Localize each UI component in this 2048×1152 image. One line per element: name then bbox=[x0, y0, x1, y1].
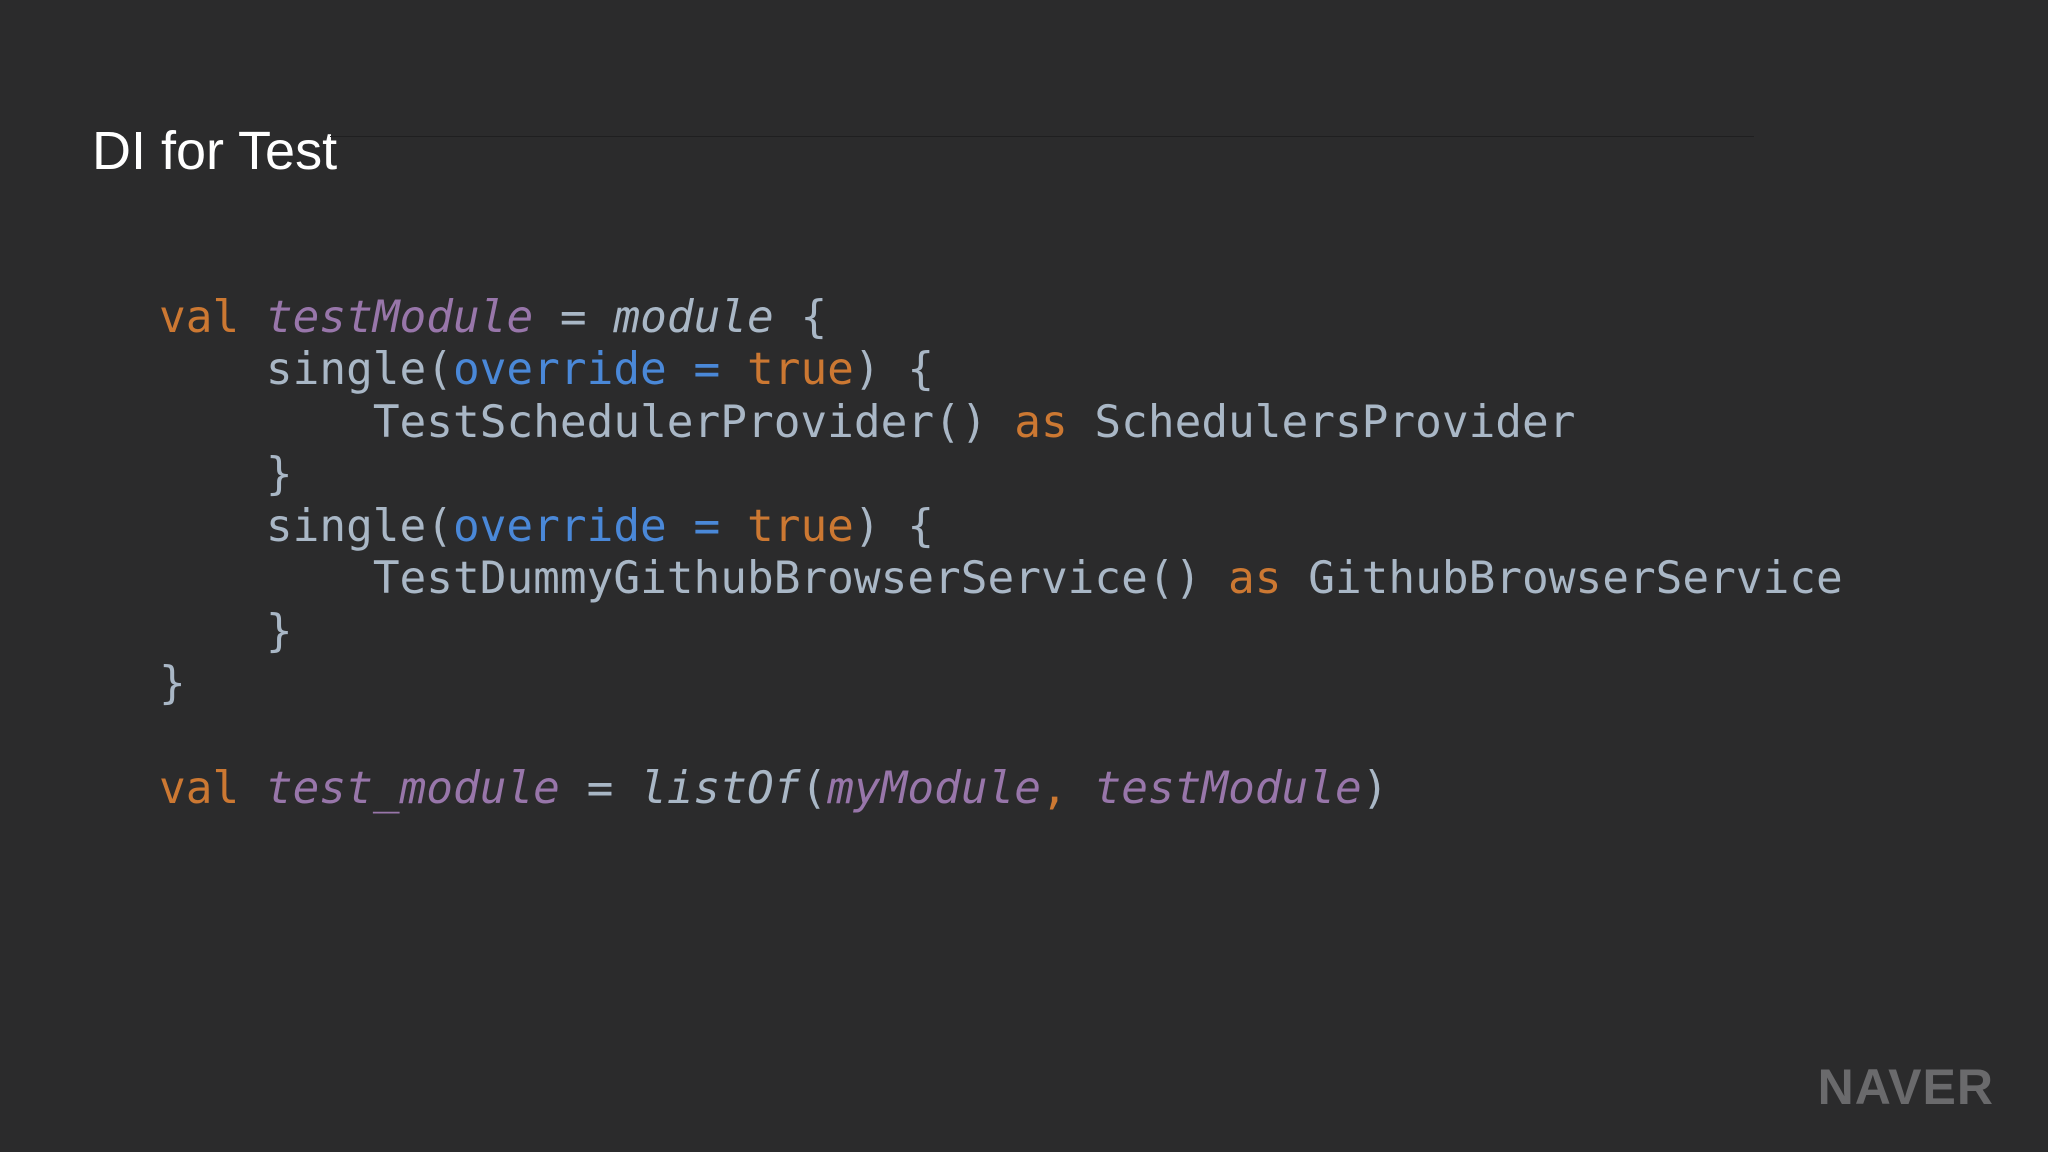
code-block: val testModule = module { single(overrid… bbox=[159, 292, 1843, 815]
open-brace: { bbox=[800, 292, 828, 343]
open-paren: ( bbox=[800, 762, 828, 814]
named-parameter: override bbox=[452, 501, 667, 553]
naver-logo: NAVER bbox=[1817, 1059, 1994, 1115]
keyword-as: as bbox=[1014, 396, 1068, 448]
variable-name: test_module bbox=[265, 762, 560, 814]
close-brace: } bbox=[159, 448, 293, 500]
constructor-call: TestDummyGithubBrowserService() bbox=[372, 553, 1202, 605]
code-line-1: val testModule = module { bbox=[159, 292, 1843, 344]
code-line-2: single(override = true) { bbox=[159, 344, 1843, 396]
close-paren-brace: ) { bbox=[853, 344, 935, 396]
boolean-value: true bbox=[747, 344, 854, 396]
title-divider bbox=[330, 136, 1754, 137]
function-name: listOf bbox=[640, 762, 801, 814]
function-call: single( bbox=[265, 501, 453, 553]
operator-equals: = bbox=[693, 344, 721, 396]
close-paren-brace: ) { bbox=[853, 501, 935, 553]
close-paren: ) bbox=[1361, 762, 1389, 814]
code-line-7: } bbox=[159, 606, 1843, 658]
close-brace: } bbox=[159, 658, 186, 710]
code-line-10: val test_module = listOf(myModule, testM… bbox=[159, 763, 1843, 815]
boolean-value: true bbox=[747, 501, 854, 553]
code-line-4: } bbox=[159, 449, 1843, 501]
code-line-3: TestSchedulerProvider() as SchedulersPro… bbox=[159, 397, 1843, 449]
operator-equals: = bbox=[693, 501, 721, 553]
keyword-val: val bbox=[159, 762, 240, 814]
keyword-val: val bbox=[159, 292, 240, 343]
slide-title: DI for Test bbox=[92, 121, 338, 181]
type-name: GithubBrowserService bbox=[1308, 553, 1843, 605]
code-line-9-blank bbox=[159, 710, 1843, 762]
code-line-5: single(override = true) { bbox=[159, 501, 1843, 553]
argument-2: testModule bbox=[1094, 762, 1362, 814]
operator-equals: = bbox=[559, 292, 587, 343]
keyword-as: as bbox=[1228, 553, 1282, 605]
code-line-8: } bbox=[159, 658, 1843, 710]
close-brace: } bbox=[159, 605, 293, 657]
function-call: single( bbox=[265, 344, 453, 396]
function-name: module bbox=[613, 292, 774, 343]
operator-equals: = bbox=[586, 762, 614, 814]
named-parameter: override bbox=[452, 344, 667, 396]
constructor-call: TestSchedulerProvider() bbox=[372, 396, 988, 448]
code-line-6: TestDummyGithubBrowserService() as Githu… bbox=[159, 553, 1843, 605]
variable-name: testModule bbox=[265, 292, 534, 343]
type-name: SchedulersProvider bbox=[1094, 396, 1576, 448]
argument-1: myModule bbox=[827, 762, 1042, 814]
comma: , bbox=[1041, 762, 1068, 814]
